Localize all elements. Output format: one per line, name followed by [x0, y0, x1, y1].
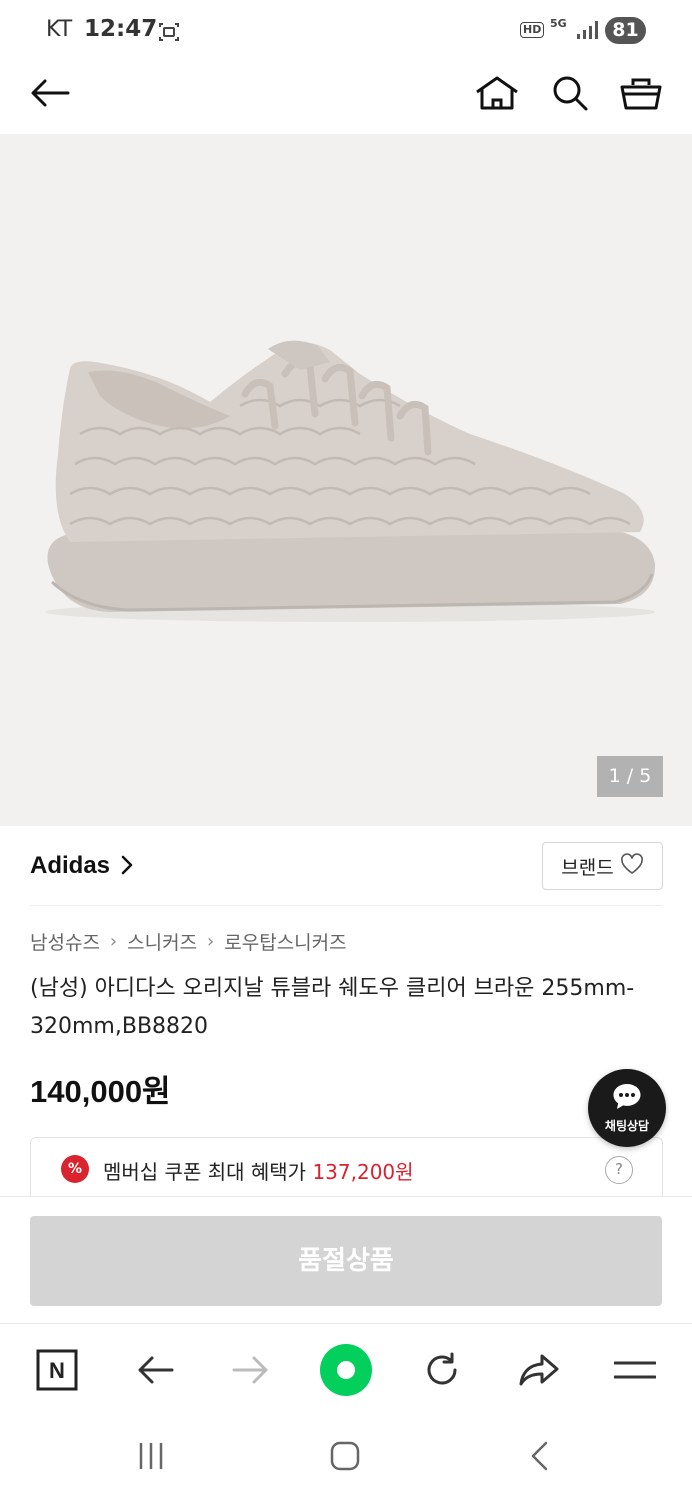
- percent-badge-icon: %: [61, 1155, 89, 1183]
- screen-capture-icon: [158, 21, 180, 47]
- divider: [30, 905, 663, 906]
- status-time: 12:47: [84, 16, 158, 42]
- chevron-right-icon: ›: [207, 931, 215, 952]
- purchase-bar: 품절상품: [0, 1196, 692, 1324]
- brand-like-label: 브랜드: [561, 856, 614, 879]
- home-button-icon[interactable]: [320, 1434, 370, 1478]
- breadcrumb-item[interactable]: 스니커즈: [127, 928, 197, 955]
- product-title: (남성) 아디다스 오리지날 튜블라 쉐도우 클리어 브라운 255mm-320…: [30, 976, 635, 1039]
- menu-icon[interactable]: [607, 1342, 663, 1398]
- brand-like-button[interactable]: 브랜드: [542, 842, 663, 890]
- breadcrumb: 남성슈즈 › 스니커즈 › 로우탑스니커즈: [30, 928, 347, 955]
- naver-n-icon[interactable]: N: [29, 1342, 85, 1398]
- brand-row: Adidas 브랜드: [0, 826, 692, 906]
- coupon-price: 137,200원: [312, 1160, 414, 1184]
- sneaker-illustration: [45, 340, 656, 622]
- chat-bubble-icon: [612, 1082, 642, 1114]
- breadcrumb-item[interactable]: 로우탑스니커즈: [224, 928, 346, 955]
- chevron-right-icon: ›: [109, 931, 118, 952]
- product-price: 140,000원: [30, 1074, 171, 1109]
- naver-letter: N: [49, 1358, 65, 1383]
- battery-indicator: 81: [605, 17, 646, 44]
- carrier-label: KT: [46, 17, 73, 42]
- forward-arrow-icon[interactable]: [223, 1342, 279, 1398]
- brand-name-link[interactable]: Adidas: [30, 852, 110, 880]
- back-arrow-icon[interactable]: [25, 68, 75, 118]
- signal-icon: [576, 20, 598, 44]
- top-nav: [0, 62, 692, 134]
- help-icon[interactable]: ?: [605, 1156, 633, 1184]
- coupon-label: 멤버십 쿠폰 최대 혜택가 137,200원: [103, 1156, 414, 1185]
- sold-out-button[interactable]: 품절상품: [30, 1216, 662, 1306]
- coupon-label-text: 멤버십 쿠폰 최대 혜택가: [103, 1160, 307, 1184]
- search-icon[interactable]: [545, 68, 595, 118]
- system-back-icon[interactable]: [514, 1434, 564, 1478]
- system-nav-bar: [0, 1416, 692, 1500]
- coupon-benefit-box[interactable]: % 멤버십 쿠폰 최대 혜택가 137,200원 ?: [30, 1137, 663, 1199]
- chat-consult-button[interactable]: 채팅상담: [588, 1069, 666, 1147]
- recent-apps-icon[interactable]: [126, 1434, 176, 1478]
- share-icon[interactable]: [511, 1342, 567, 1398]
- browser-toolbar: N: [0, 1324, 692, 1416]
- breadcrumb-item[interactable]: 남성슈즈: [30, 928, 100, 955]
- chat-consult-label: 채팅상담: [604, 1119, 650, 1133]
- network-5g-label: 5G: [550, 17, 567, 30]
- reload-icon[interactable]: [414, 1342, 470, 1398]
- product-image[interactable]: [0, 134, 692, 826]
- basket-icon[interactable]: [616, 68, 666, 118]
- back-arrow-icon[interactable]: [127, 1342, 183, 1398]
- image-page-indicator: 1 / 5: [597, 756, 663, 797]
- status-bar: KT 12:47 HD 5G 81: [0, 0, 692, 62]
- hd-voice-badge: HD: [520, 22, 545, 38]
- chevron-right-icon[interactable]: [120, 854, 134, 880]
- heart-icon: [620, 852, 644, 880]
- home-icon[interactable]: [472, 68, 522, 118]
- green-circle-icon[interactable]: [318, 1342, 374, 1398]
